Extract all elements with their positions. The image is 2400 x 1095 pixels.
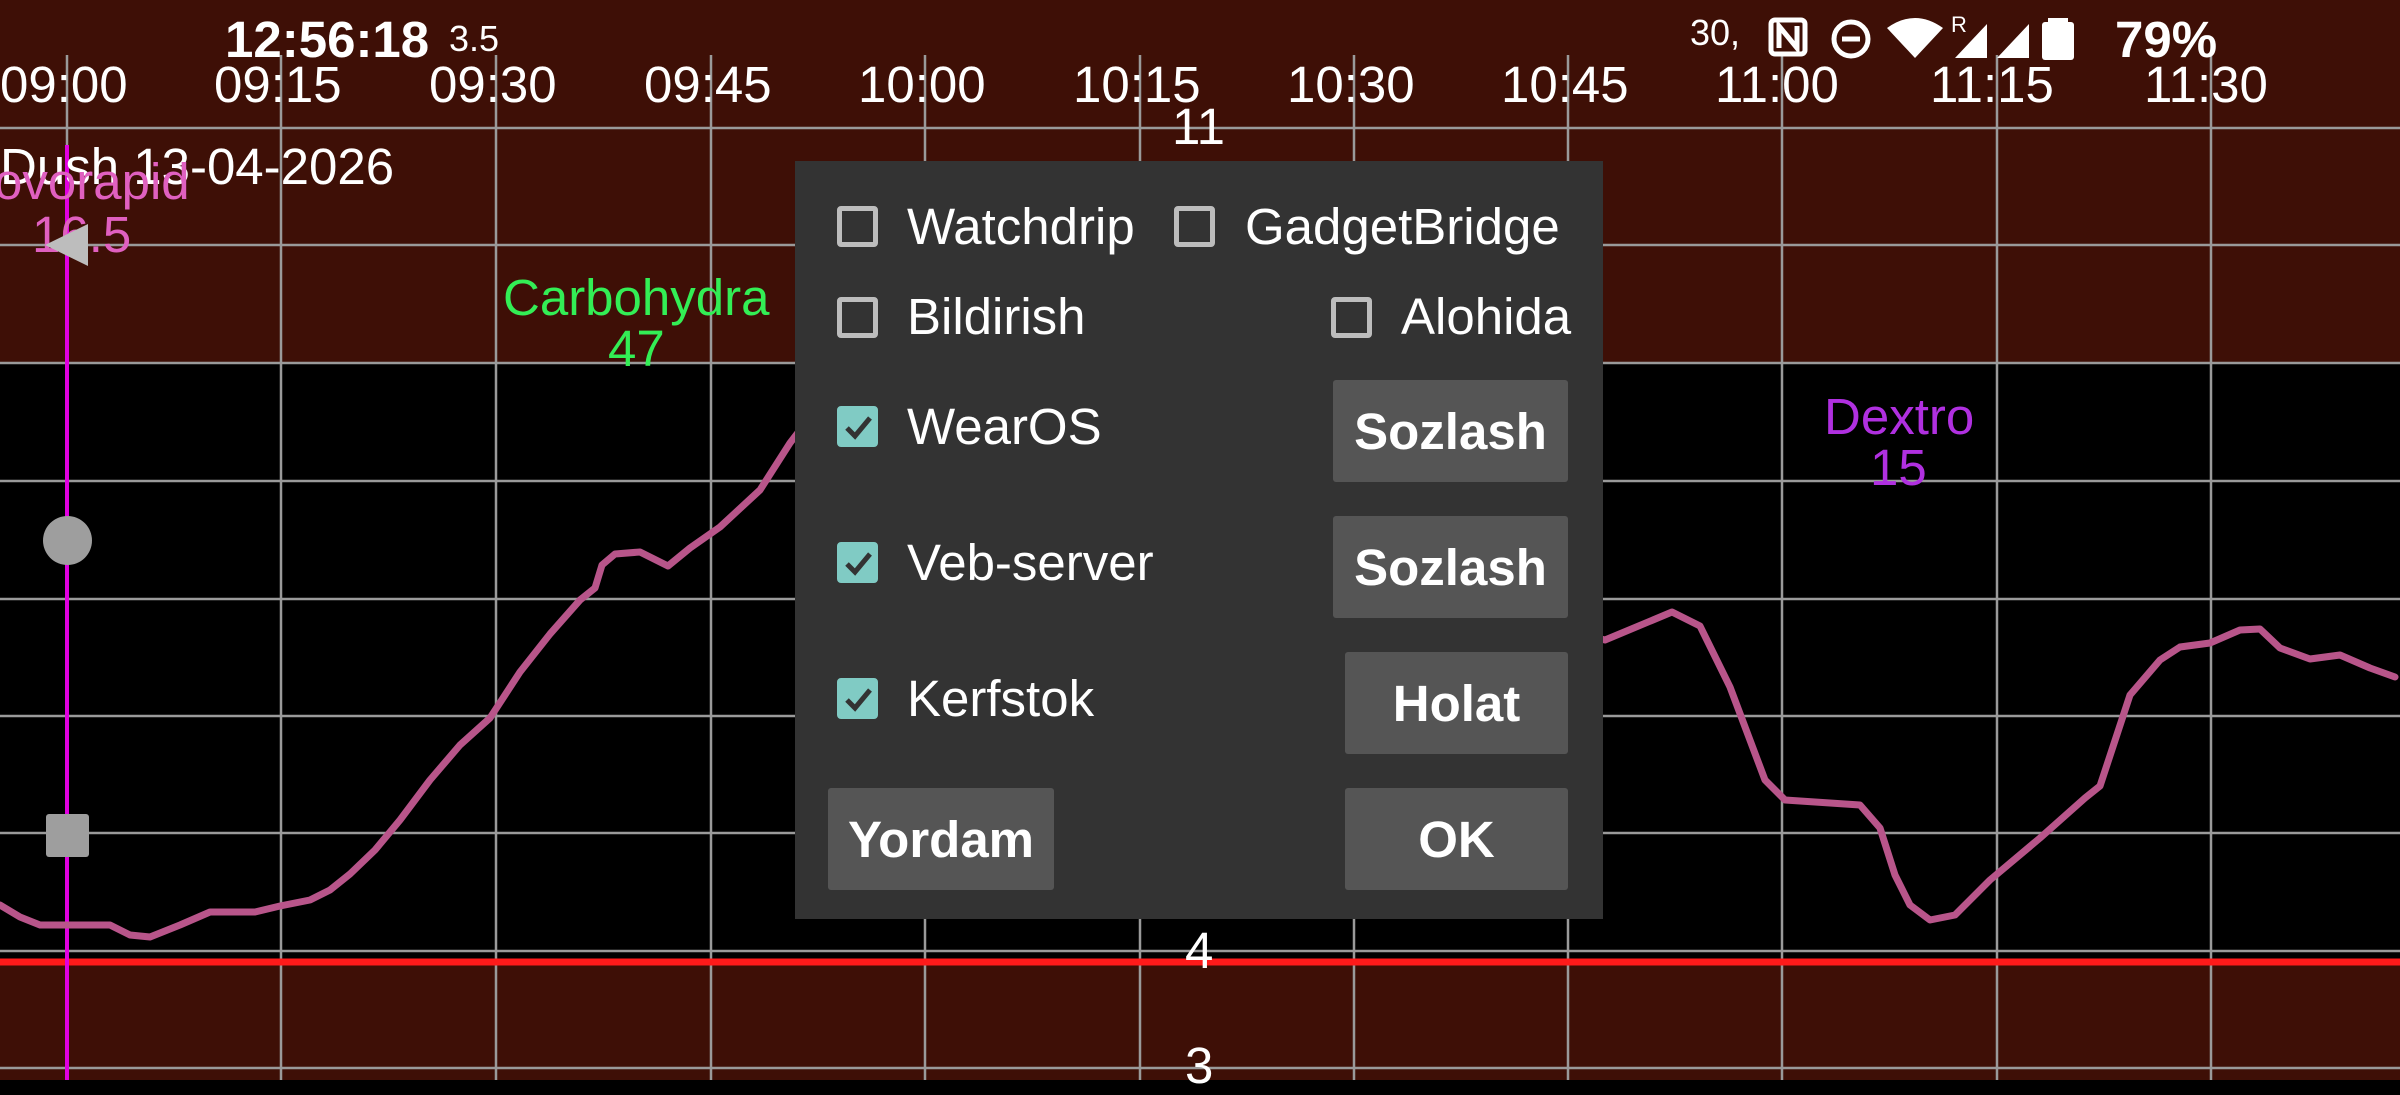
wearos-label[interactable]: WearOS — [907, 397, 1102, 456]
kerfstok-label[interactable]: Kerfstok — [907, 669, 1094, 728]
nfc-icon — [1768, 17, 1808, 57]
ok-button[interactable]: OK — [1345, 788, 1568, 890]
time-axis-label: 10:30 — [1287, 56, 1415, 113]
veb-server-label[interactable]: Veb-server — [907, 533, 1154, 592]
wearos-checkbox[interactable] — [837, 406, 878, 447]
alohida-checkbox[interactable] — [1331, 297, 1372, 338]
y-label-11: 11 — [1172, 98, 1225, 155]
kerfstok-status-button[interactable]: Holat — [1345, 652, 1568, 754]
gadgetbridge-label[interactable]: GadgetBridge — [1245, 197, 1560, 256]
wifi-icon — [1887, 18, 1943, 58]
time-axis-label: 10:00 — [858, 56, 986, 113]
wearos-settings-button[interactable]: Sozlash — [1333, 380, 1568, 482]
watchdrip-label[interactable]: Watchdrip — [907, 197, 1135, 256]
time-axis-label: 09:30 — [429, 56, 557, 113]
time-axis-label: 09:45 — [644, 56, 772, 113]
roaming-r-icon: R — [1951, 14, 1967, 37]
status-net-speed: 3.5 — [449, 18, 500, 59]
point-square-icon[interactable] — [46, 814, 89, 857]
insulin-triangle-icon[interactable] — [45, 224, 88, 266]
alohida-label[interactable]: Alohida — [1401, 287, 1571, 346]
insulin-treatment-label: ovorapid — [0, 153, 190, 210]
watchdrip-checkbox[interactable] — [837, 206, 878, 247]
status-extra: 30, — [1690, 12, 1741, 53]
carbs-treatment-value: 47 — [608, 320, 665, 377]
status-clock: 12:56:18 — [225, 11, 430, 68]
time-axis-label: 09:00 — [0, 56, 128, 113]
dextro-treatment-value: 15 — [1870, 439, 1927, 496]
point-circle-icon[interactable] — [43, 516, 92, 565]
gadgetbridge-checkbox[interactable] — [1174, 206, 1215, 247]
status-icons: R — [1765, 12, 2105, 64]
battery-icon — [2042, 18, 2074, 60]
bildirish-checkbox[interactable] — [837, 297, 878, 338]
veb-server-settings-button[interactable]: Sozlash — [1333, 516, 1568, 618]
y-label-4: 4 — [1185, 922, 1214, 979]
check-icon — [845, 416, 872, 440]
dnd-icon — [1831, 19, 1871, 59]
kerfstok-checkbox[interactable] — [837, 678, 878, 719]
outputs-dialog: Watchdrip GadgetBridge Bildirish Alohida… — [795, 161, 1603, 919]
veb-server-checkbox[interactable] — [837, 542, 878, 583]
check-icon — [845, 688, 872, 712]
y-label-3: 3 — [1185, 1037, 1214, 1094]
bildirish-label[interactable]: Bildirish — [907, 287, 1086, 346]
status-battery: 79% — [2115, 11, 2218, 68]
help-button[interactable]: Yordam — [828, 788, 1054, 890]
check-icon — [845, 552, 872, 576]
time-axis-label: 10:45 — [1501, 56, 1629, 113]
signal-icon — [1997, 24, 2029, 58]
